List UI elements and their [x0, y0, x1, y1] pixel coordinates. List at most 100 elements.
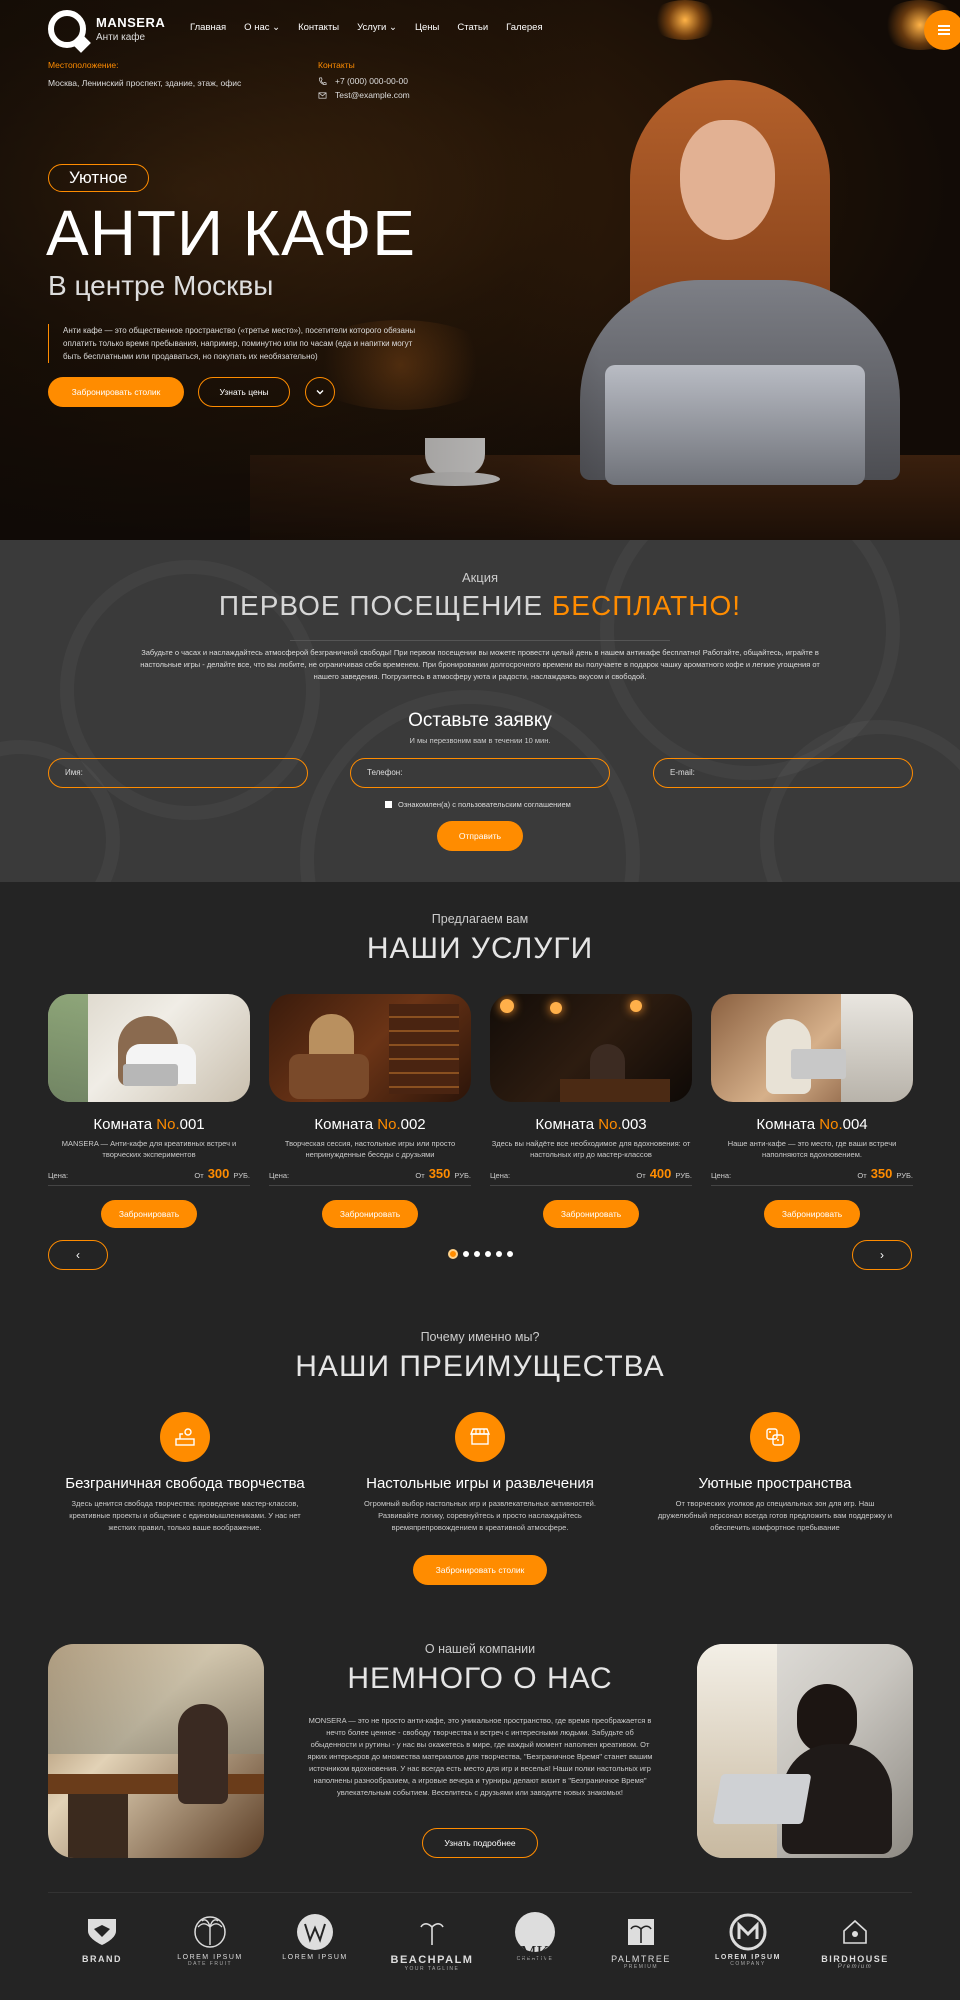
nav-services[interactable]: Услуги ⌄	[357, 22, 397, 33]
carousel-dot[interactable]	[496, 1251, 502, 1257]
m-circle-icon	[703, 1912, 793, 1952]
feature-title: Уютные пространства	[698, 1475, 852, 1492]
hero-subtitle: В центре Москвы	[48, 270, 274, 301]
prices-button[interactable]: Узнать цены	[198, 377, 290, 407]
promo-section: Акция ПЕРВОЕ ПОСЕЩЕНИЕ БЕСПЛАТНО! Забудь…	[0, 540, 960, 882]
brand-name: BIRDHOUSE	[821, 1954, 889, 1964]
divider	[290, 640, 670, 641]
location-label: Местоположение:	[48, 60, 119, 70]
consent-label: Ознакомлен(а) с пользовательским соглаше…	[398, 800, 571, 809]
room-description: Наше анти-кафе — это место, где ваши вст…	[727, 1139, 897, 1159]
menu-icon	[938, 29, 950, 31]
name-field[interactable]: Имя:	[48, 758, 308, 788]
nav-about[interactable]: О нас ⌄	[244, 22, 280, 33]
brand-logo[interactable]: MK CREATIVE	[490, 1912, 580, 1962]
advantages-title: НАШИ ПРЕИМУЩЕСТВА	[295, 1350, 665, 1383]
carousel-dot[interactable]	[507, 1251, 513, 1257]
chevron-down-icon: ⌄	[389, 22, 397, 33]
advantages-section: Почему именно мы? НАШИ ПРЕИМУЩЕСТВА Безг…	[0, 1312, 960, 1612]
nav-gallery[interactable]: Галерея	[506, 22, 542, 33]
feature-item: Безграничная свобода творчества Здесь це…	[50, 1412, 320, 1534]
carousel-next-button[interactable]: ›	[852, 1240, 912, 1270]
email-row[interactable]: Test@example.com	[318, 90, 410, 100]
storefront-icon	[455, 1412, 505, 1462]
chevron-down-icon	[316, 390, 324, 395]
palm-icon	[382, 1912, 482, 1952]
palm-tree-icon	[165, 1912, 255, 1952]
promo-title-main: ПЕРВОЕ ПОСЕЩЕНИЕ	[218, 590, 544, 621]
brands-section: BRAND LOREM IPSUM DATE FRUIT LOREM IPSUM…	[0, 1892, 960, 2000]
carousel-prev-button[interactable]: ‹	[48, 1240, 108, 1270]
service-card: Комната No.002 Творческая сессия, настол…	[269, 994, 471, 1228]
service-card: Комната No.003 Здесь вы найдёте все необ…	[490, 994, 692, 1228]
price-amount: 300	[207, 1166, 230, 1181]
price-amount: 350	[870, 1166, 893, 1181]
consent-checkbox[interactable]	[385, 801, 392, 808]
brand-logo[interactable]: BIRDHOUSE Premium	[810, 1912, 900, 1970]
feature-item: Настольные игры и развлечения Огромный в…	[345, 1412, 615, 1534]
brand-logo[interactable]: PALMTREE PREMIUM	[596, 1912, 686, 1970]
learn-more-button[interactable]: Узнать подробнее	[422, 1828, 538, 1858]
submit-button[interactable]: Отправить	[437, 821, 523, 851]
brand-logo[interactable]: LOREM IPSUM DATE FRUIT	[165, 1912, 255, 1967]
scroll-down-button[interactable]	[305, 377, 335, 407]
nav-home[interactable]: Главная	[190, 22, 226, 33]
phone-row[interactable]: +7 (000) 000-00-00	[318, 76, 410, 86]
email-field[interactable]: E-mail:	[653, 758, 913, 788]
feature-title: Безграничная свобода творчества	[65, 1475, 305, 1492]
brand-name: PALMTREE	[611, 1954, 671, 1964]
brand-logo[interactable]: BRAND	[57, 1912, 147, 1964]
brand-tagline: YOUR TAGLINE	[404, 1966, 460, 1972]
room-title: Комната No.002	[314, 1116, 426, 1133]
palmtree-square-icon	[596, 1912, 686, 1952]
contacts-block: Контакты +7 (000) 000-00-00 Test@example…	[318, 60, 410, 104]
brand-tagline: COMPANY	[730, 1961, 766, 1967]
location-block: Местоположение: Москва, Ленинский проспе…	[48, 60, 241, 88]
room-description: Творческая сессия, настольные игры или п…	[284, 1139, 456, 1159]
feature-description: Огромный выбор настольных игр и развлека…	[364, 1499, 596, 1532]
book-table-button[interactable]: Забронировать столик	[413, 1555, 547, 1585]
birdhouse-icon	[810, 1912, 900, 1952]
brand-logo[interactable]: LOREM IPSUM COMPANY	[703, 1912, 793, 1967]
hero-description: Анти кафе — это общественное пространств…	[48, 324, 418, 363]
feature-item: Уютные пространства От творческих уголко…	[640, 1412, 910, 1534]
about-text: MONSERA — это не просто анти-кафе, это у…	[307, 1716, 653, 1797]
price-row: Цена: От 300 РУБ.	[48, 1166, 250, 1186]
promo-title: ПЕРВОЕ ПОСЕЩЕНИЕ БЕСПЛАТНО!	[0, 590, 960, 622]
brand-tagline: PREMIUM	[623, 1964, 659, 1970]
main-nav: Главная О нас ⌄ Контакты Услуги ⌄ Цены С…	[190, 22, 543, 33]
carousel-dot[interactable]	[485, 1251, 491, 1257]
promo-title-accent: БЕСПЛАТНО!	[551, 590, 742, 621]
phone-field[interactable]: Телефон:	[350, 758, 610, 788]
room-description: MANSERA — Анти-кафе для креативных встре…	[61, 1139, 237, 1159]
hero-section: MANSERA Анти кафе Главная О нас ⌄ Контак…	[0, 0, 960, 540]
book-room-button[interactable]: Забронировать	[543, 1200, 639, 1228]
price-amount: 400	[649, 1166, 672, 1181]
book-room-button[interactable]: Забронировать	[764, 1200, 860, 1228]
nav-prices[interactable]: Цены	[415, 22, 439, 33]
logo[interactable]: MANSERA Анти кафе	[48, 10, 165, 48]
feature-description: От творческих уголков до специальных зон…	[657, 1499, 893, 1532]
carousel-dot[interactable]	[463, 1251, 469, 1257]
price-row: Цена: От 400 РУБ.	[490, 1166, 692, 1186]
book-room-button[interactable]: Забронировать	[101, 1200, 197, 1228]
email-address: Test@example.com	[335, 90, 410, 100]
hamburger-menu-button[interactable]	[924, 10, 960, 50]
carousel-dot[interactable]	[474, 1251, 480, 1257]
brand-name: BEACHPALM	[390, 1954, 474, 1966]
room-photo	[490, 994, 692, 1102]
brand-logo[interactable]: LOREM IPSUM	[270, 1912, 360, 1961]
brand-tagline: Premium	[837, 1964, 873, 1970]
room-photo	[269, 994, 471, 1102]
divider	[48, 1892, 912, 1893]
brand-logo[interactable]: BEACHPALM YOUR TAGLINE	[382, 1912, 482, 1972]
carousel-dot-active[interactable]	[448, 1249, 458, 1259]
book-table-button[interactable]: Забронировать столик	[48, 377, 184, 407]
promo-kicker: Акция	[461, 570, 499, 585]
nav-articles[interactable]: Статьи	[457, 22, 488, 33]
book-room-button[interactable]: Забронировать	[322, 1200, 418, 1228]
nav-contacts[interactable]: Контакты	[298, 22, 339, 33]
price-row: Цена: От 350 РУБ.	[711, 1166, 913, 1186]
consent-checkbox-row[interactable]: Ознакомлен(а) с пользовательским соглаше…	[385, 800, 571, 809]
room-photo	[711, 994, 913, 1102]
